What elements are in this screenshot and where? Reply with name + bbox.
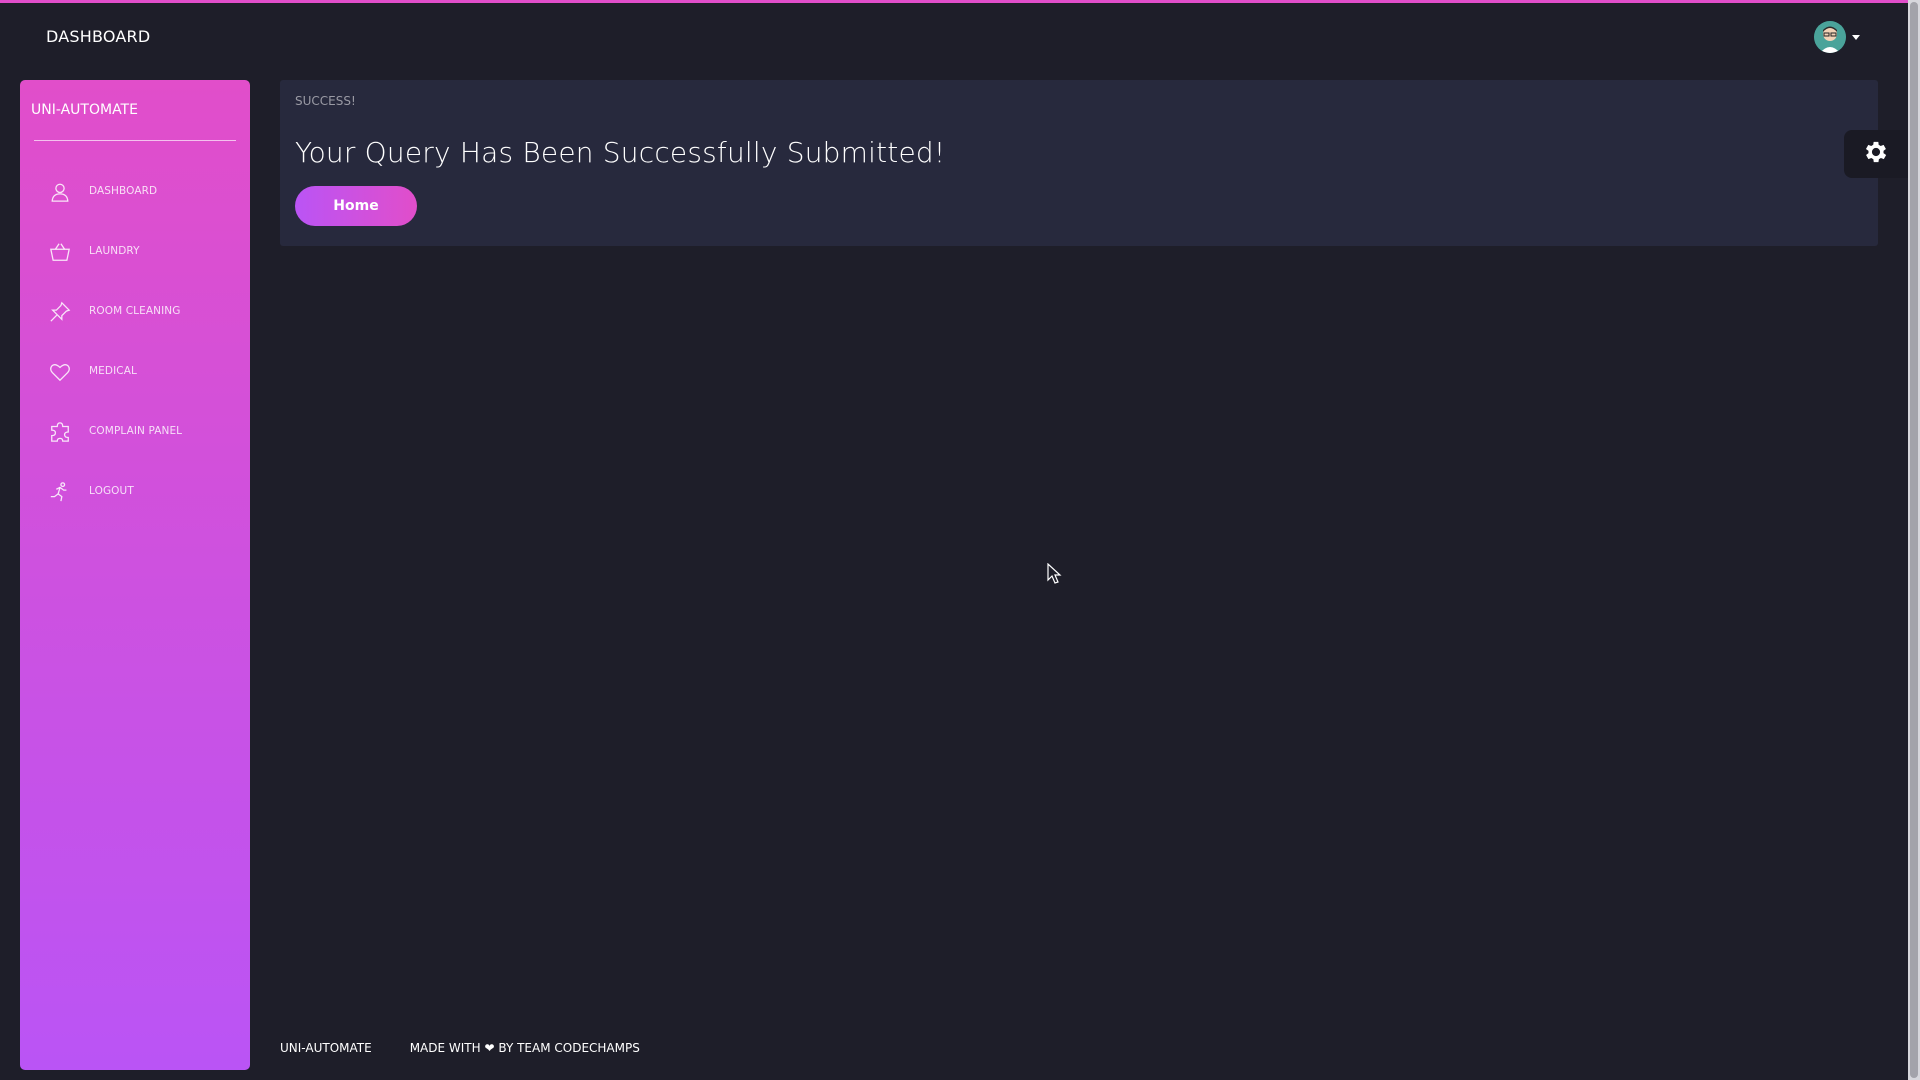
scrollbar-thumb[interactable]	[1910, 2, 1918, 1078]
home-button[interactable]: Home	[295, 186, 417, 226]
sidebar-brand[interactable]: UNI-AUTOMATE	[31, 102, 138, 118]
footer: UNI-AUTOMATE MADE WITH ❤ BY TEAM CODECHA…	[280, 1038, 678, 1058]
settings-toggle[interactable]	[1844, 130, 1908, 178]
navbar-brand[interactable]: DASHBOARD	[46, 27, 150, 46]
footer-made-with: MADE WITH	[409, 1041, 481, 1055]
pin-icon	[48, 300, 72, 324]
basket-icon	[48, 240, 72, 264]
user-avatar-icon[interactable]	[1814, 21, 1846, 53]
footer-brand-link[interactable]: UNI-AUTOMATE	[280, 1041, 372, 1055]
sidebar-item-logout[interactable]: LOGOUT	[20, 472, 250, 532]
card-category: SUCCESS!	[295, 94, 356, 108]
sidebar-item-label: DASHBOARD	[89, 185, 158, 197]
sidebar-item-laundry[interactable]: LAUNDRY	[20, 232, 250, 292]
sidebar-item-room-cleaning[interactable]: ROOM CLEANING	[20, 292, 250, 352]
mouse-cursor-icon	[1047, 562, 1063, 585]
success-card: SUCCESS! Your Query Has Been Successfull…	[280, 80, 1878, 246]
sidebar: UNI-AUTOMATE DASHBOARD LAUNDRY ROOM CLEA…	[20, 80, 250, 1070]
footer-credits: MADE WITH ❤ BY TEAM CODECHAMPS	[410, 1041, 640, 1055]
chevron-down-icon[interactable]	[1852, 34, 1860, 40]
puzzle-icon	[48, 420, 72, 444]
user-menu-dropdown[interactable]	[1814, 21, 1860, 53]
sidebar-nav: DASHBOARD LAUNDRY ROOM CLEANING MEDICAL …	[20, 172, 250, 532]
sidebar-divider	[34, 140, 236, 141]
footer-team: BY TEAM CODECHAMPS	[498, 1041, 640, 1055]
sidebar-item-label: ROOM CLEANING	[89, 305, 181, 317]
user-icon	[48, 180, 72, 204]
sidebar-item-dashboard[interactable]: DASHBOARD	[20, 172, 250, 232]
card-title: Your Query Has Been Successfully Submitt…	[295, 136, 946, 169]
sidebar-item-medical[interactable]: MEDICAL	[20, 352, 250, 412]
heart-icon	[48, 360, 72, 384]
sidebar-item-label: COMPLAIN PANEL	[89, 425, 183, 437]
runner-icon	[48, 480, 72, 504]
sidebar-item-label: MEDICAL	[89, 365, 137, 377]
heart-icon: ❤	[484, 1041, 495, 1055]
sidebar-item-label: LAUNDRY	[89, 245, 140, 257]
top-navbar: DASHBOARD	[0, 3, 1908, 69]
gear-icon[interactable]	[1862, 138, 1890, 170]
page-scrollbar[interactable]	[1908, 0, 1920, 1080]
sidebar-item-complain-panel[interactable]: COMPLAIN PANEL	[20, 412, 250, 472]
sidebar-item-label: LOGOUT	[89, 485, 134, 497]
